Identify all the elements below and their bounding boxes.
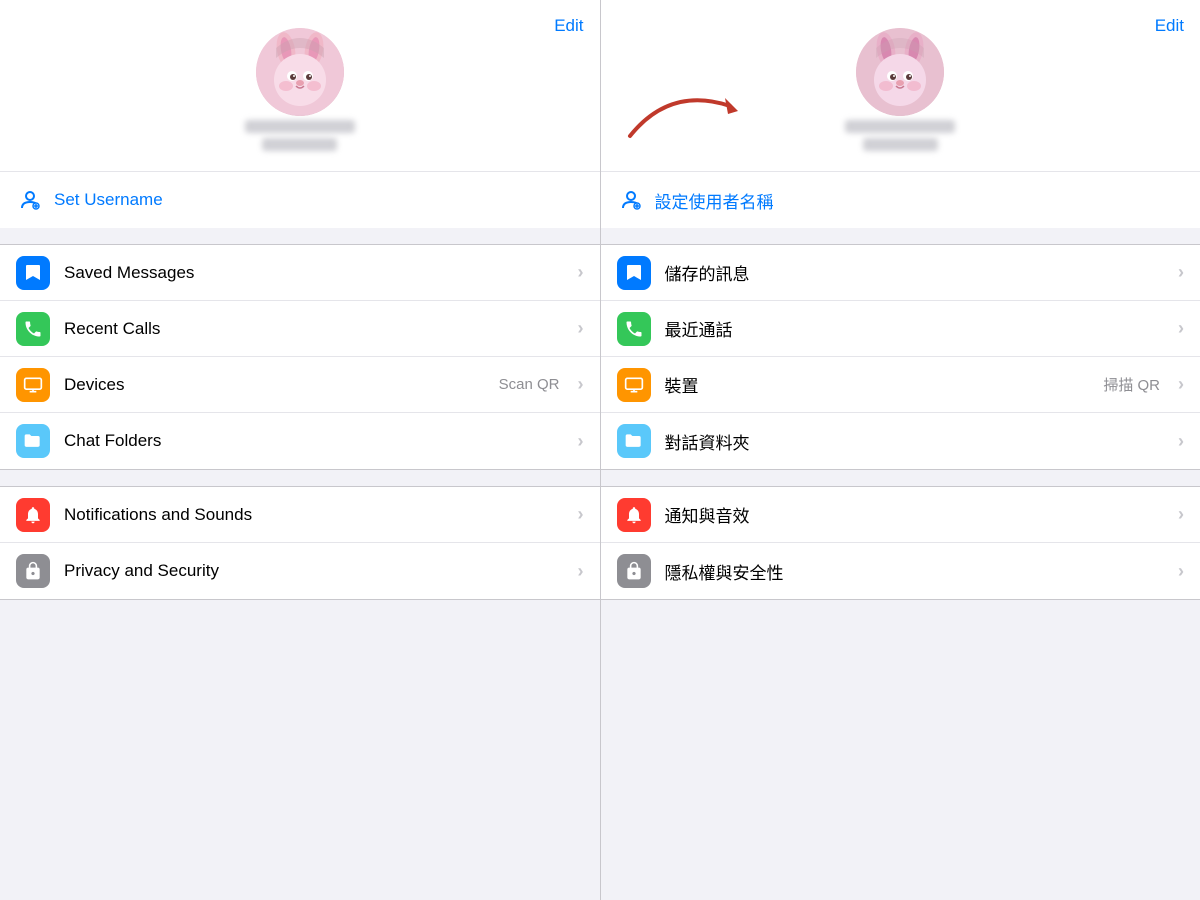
saved-messages-chevron-zh: ›: [1178, 262, 1184, 283]
notifications-icon-zh: [617, 498, 651, 532]
menu-item-saved-messages-zh[interactable]: 儲存的訊息 ›: [601, 245, 1200, 301]
devices-icon-zh: [617, 368, 651, 402]
avatar-right: [856, 28, 944, 116]
recent-calls-label: Recent Calls: [64, 319, 564, 339]
name-bar-2-right: [863, 138, 938, 151]
privacy-icon: [16, 554, 50, 588]
username-row-left[interactable]: Set Username: [0, 171, 600, 228]
username-icon-left: [16, 186, 44, 214]
menu-item-recent-calls[interactable]: Recent Calls ›: [0, 301, 600, 357]
profile-name-right: [845, 120, 955, 151]
profile-header-left: Edit: [0, 0, 600, 171]
avatar-svg-right: [856, 28, 944, 116]
privacy-icon-zh: [617, 554, 651, 588]
saved-messages-label: Saved Messages: [64, 263, 564, 283]
devices-chevron: ›: [578, 374, 584, 395]
menu-item-chat-folders-zh[interactable]: 對話資料夾 ›: [601, 413, 1200, 469]
menu-item-privacy[interactable]: Privacy and Security ›: [0, 543, 600, 599]
chat-folders-label: Chat Folders: [64, 431, 564, 451]
username-label-right: 設定使用者名稱: [655, 188, 774, 213]
section2-right: 通知與音效 › 隱私權與安全性 ›: [601, 486, 1200, 600]
notifications-label-zh: 通知與音效: [665, 502, 1165, 527]
notifications-icon: [16, 498, 50, 532]
menu-item-notifications[interactable]: Notifications and Sounds ›: [0, 487, 600, 543]
recent-calls-chevron: ›: [578, 318, 584, 339]
chat-folders-chevron-zh: ›: [1178, 431, 1184, 452]
chat-folders-chevron: ›: [578, 431, 584, 452]
chat-folders-icon-zh: [617, 424, 651, 458]
avatar-svg-left: [256, 28, 344, 116]
recent-calls-icon: [16, 312, 50, 346]
left-panel: Edit: [0, 0, 600, 900]
privacy-label: Privacy and Security: [64, 561, 564, 581]
name-bar-1-right: [845, 120, 955, 133]
notifications-chevron-zh: ›: [1178, 504, 1184, 525]
devices-secondary-zh: 掃描 QR: [1103, 374, 1160, 395]
devices-chevron-zh: ›: [1178, 374, 1184, 395]
name-bar-2-left: [262, 138, 337, 151]
notifications-chevron: ›: [578, 504, 584, 525]
profile-name-left: [245, 120, 355, 151]
saved-messages-chevron: ›: [578, 262, 584, 283]
recent-calls-icon-zh: [617, 312, 651, 346]
notifications-label: Notifications and Sounds: [64, 505, 564, 525]
saved-messages-label-zh: 儲存的訊息: [665, 260, 1165, 285]
menu-item-devices[interactable]: Devices Scan QR ›: [0, 357, 600, 413]
section1-right: 儲存的訊息 › 最近通話 › 裝置 掃描 QR › 對話資料夾 ›: [601, 244, 1200, 470]
menu-item-chat-folders[interactable]: Chat Folders ›: [0, 413, 600, 469]
recent-calls-label-zh: 最近通話: [665, 316, 1165, 341]
menu-item-privacy-zh[interactable]: 隱私權與安全性 ›: [601, 543, 1200, 599]
recent-calls-chevron-zh: ›: [1178, 318, 1184, 339]
menu-item-notifications-zh[interactable]: 通知與音效 ›: [601, 487, 1200, 543]
name-bar-1-left: [245, 120, 355, 133]
arrow-decoration: [620, 76, 750, 161]
edit-button-left[interactable]: Edit: [554, 16, 583, 36]
right-panel: Edit: [601, 0, 1200, 900]
saved-messages-icon-zh: [617, 256, 651, 290]
privacy-chevron: ›: [578, 561, 584, 582]
avatar-left: [256, 28, 344, 116]
menu-item-recent-calls-zh[interactable]: 最近通話 ›: [601, 301, 1200, 357]
profile-header-right: Edit: [601, 0, 1200, 171]
devices-label: Devices: [64, 375, 485, 395]
menu-item-saved-messages[interactable]: Saved Messages ›: [0, 245, 600, 301]
chat-folders-icon: [16, 424, 50, 458]
devices-label-zh: 裝置: [665, 372, 1090, 397]
username-icon-right: [617, 186, 645, 214]
section2-left: Notifications and Sounds › Privacy and S…: [0, 486, 600, 600]
section1-left: Saved Messages › Recent Calls › Devices …: [0, 244, 600, 470]
username-row-right[interactable]: 設定使用者名稱: [601, 171, 1200, 228]
menu-item-devices-zh[interactable]: 裝置 掃描 QR ›: [601, 357, 1200, 413]
privacy-chevron-zh: ›: [1178, 561, 1184, 582]
username-label-left: Set Username: [54, 190, 163, 210]
saved-messages-icon: [16, 256, 50, 290]
privacy-label-zh: 隱私權與安全性: [665, 559, 1165, 584]
devices-icon: [16, 368, 50, 402]
devices-secondary: Scan QR: [499, 376, 560, 393]
edit-button-right[interactable]: Edit: [1155, 16, 1184, 36]
chat-folders-label-zh: 對話資料夾: [665, 429, 1165, 454]
